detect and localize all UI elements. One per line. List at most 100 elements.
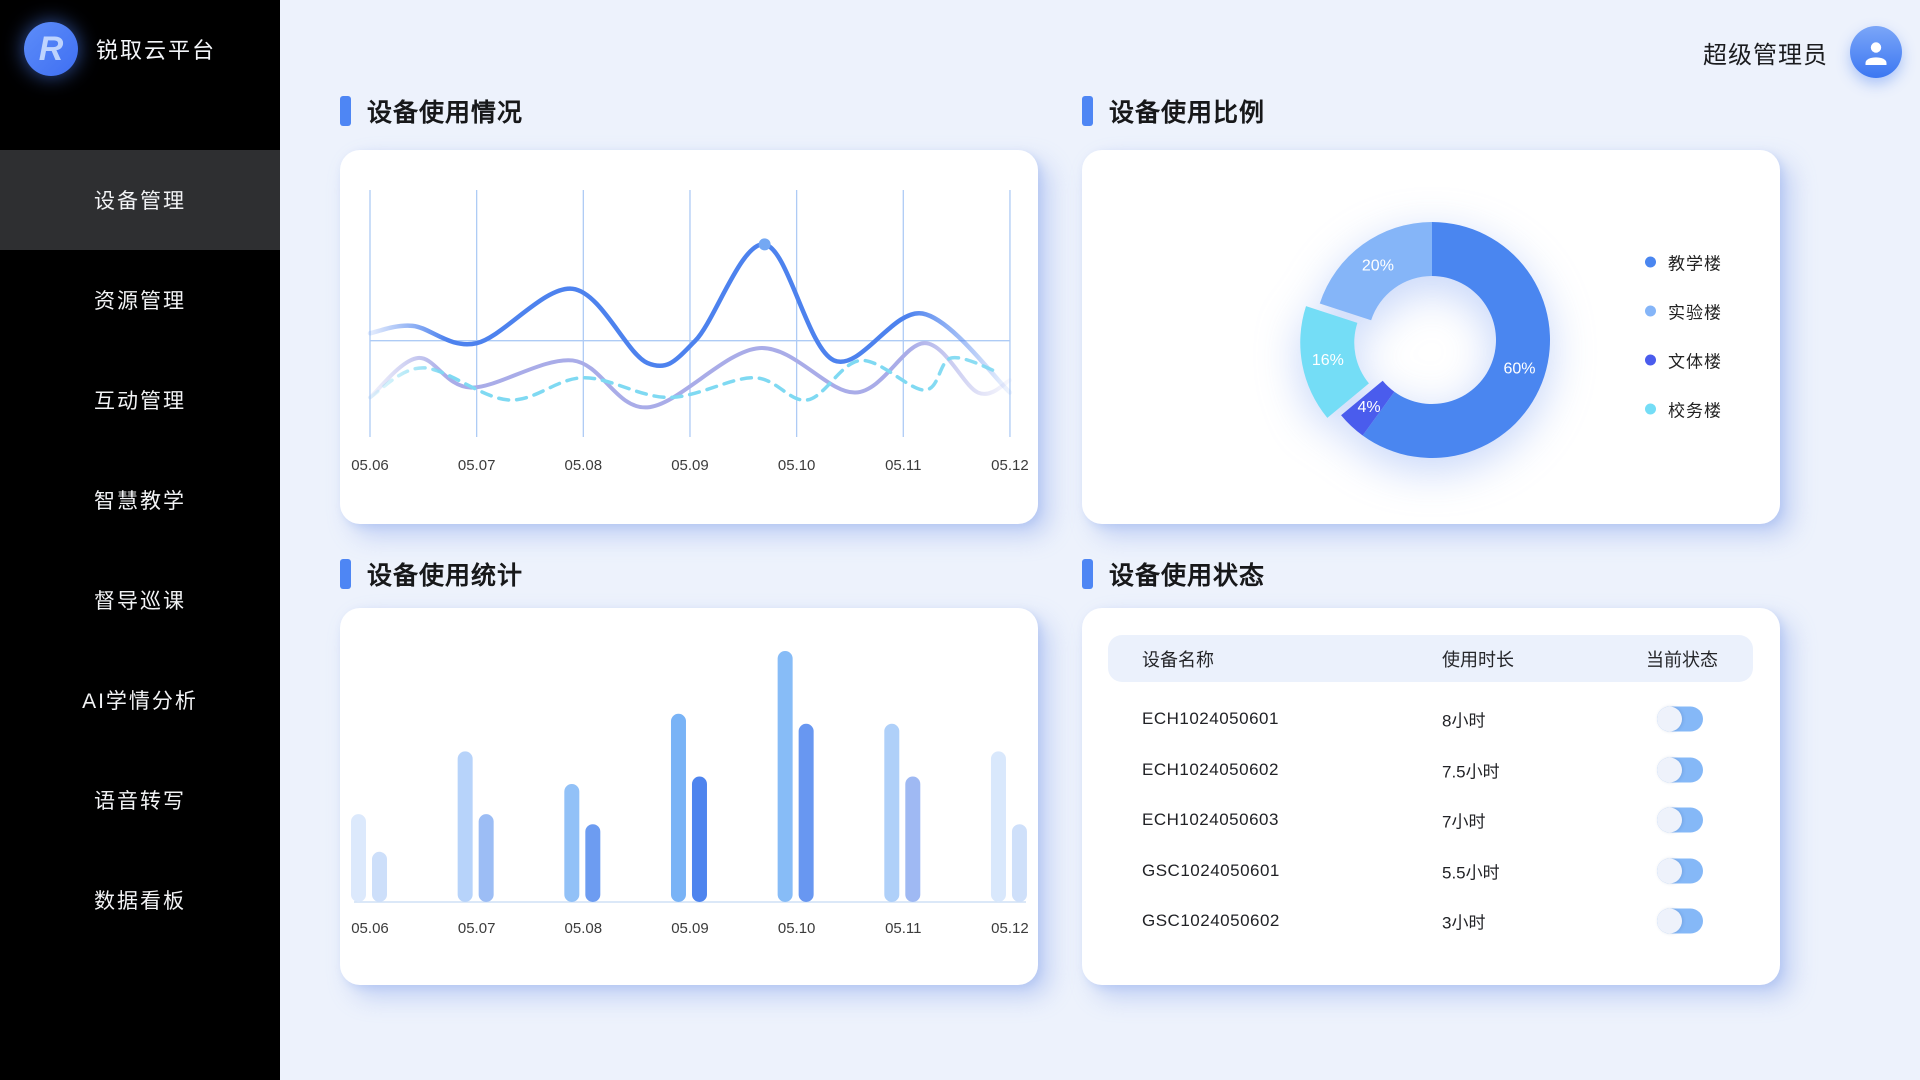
title-accent-bar bbox=[1082, 559, 1093, 589]
usage-ratio-card: 60%4%16%20% 教学楼实验楼文体楼校务楼 bbox=[1082, 150, 1780, 524]
toggle-knob bbox=[1657, 858, 1682, 883]
legend-dot-icon bbox=[1645, 257, 1656, 268]
user-avatar[interactable] bbox=[1850, 26, 1902, 78]
logo-row: R 锐取云平台 bbox=[24, 22, 216, 76]
usage-duration: 5.5小时 bbox=[1442, 858, 1500, 883]
x-tick-label: 05.09 bbox=[671, 457, 709, 474]
user-area: 超级管理员 bbox=[1703, 26, 1902, 78]
bar-chart: 05.06 05.07 05.08 05.09 05.10 05.11 05.12 bbox=[340, 608, 1038, 985]
slice-pct-label: 20% bbox=[1362, 258, 1394, 275]
x-tick-label: 05.11 bbox=[885, 920, 921, 937]
device-name: ECH1024050602 bbox=[1142, 760, 1279, 780]
legend-item-文体楼: 文体楼 bbox=[1645, 348, 1722, 373]
x-tick-label: 05.07 bbox=[458, 920, 496, 937]
series-cyan bbox=[370, 358, 999, 401]
toggle-knob bbox=[1657, 909, 1682, 934]
x-tick-label: 05.07 bbox=[458, 457, 496, 474]
usage-trend-card: 05.0605.0705.0805.0905.1005.1105.12 bbox=[340, 150, 1038, 524]
x-tick-label: 05.09 bbox=[671, 920, 709, 937]
sidebar: R 锐取云平台 设备管理资源管理互动管理智慧教学督导巡课AI学情分析语音转写数据… bbox=[0, 0, 280, 1080]
x-tick-label: 05.10 bbox=[778, 457, 816, 474]
table-row-3: GSC1024050601 5.5小时 bbox=[1108, 846, 1753, 897]
x-tick-label: 05.12 bbox=[991, 920, 1029, 937]
bar-05.06-1 bbox=[351, 814, 366, 902]
table-header-duration: 使用时长 bbox=[1442, 646, 1514, 672]
table-body: ECH10240506018小时ECH10240506027.5小时ECH102… bbox=[1108, 694, 1753, 947]
legend-dot-icon bbox=[1645, 404, 1656, 415]
x-tick-label: 05.08 bbox=[565, 457, 603, 474]
x-tick-label: 05.10 bbox=[778, 920, 816, 937]
bar-05.10-1 bbox=[778, 651, 793, 902]
person-icon bbox=[1861, 37, 1891, 67]
sidebar-item-2[interactable]: 互动管理 bbox=[0, 350, 280, 450]
x-tick-label: 05.06 bbox=[351, 920, 389, 937]
usage-status-card: 设备名称 使用时长 当前状态 ECH10240506018小时ECH102405… bbox=[1082, 608, 1780, 985]
sidebar-item-5[interactable]: AI学情分析 bbox=[0, 650, 280, 750]
status-toggle-4[interactable] bbox=[1657, 909, 1703, 934]
panel-title-usage-ratio: 设备使用比例 bbox=[1082, 93, 1265, 129]
bar-05.12-1 bbox=[991, 751, 1006, 902]
legend-label: 文体楼 bbox=[1668, 348, 1722, 373]
sidebar-item-1[interactable]: 资源管理 bbox=[0, 250, 280, 350]
legend-dot-icon bbox=[1645, 355, 1656, 366]
legend-item-实验楼: 实验楼 bbox=[1645, 299, 1722, 324]
status-toggle-1[interactable] bbox=[1657, 757, 1703, 782]
status-toggle-2[interactable] bbox=[1657, 808, 1703, 833]
bar-05.10-2 bbox=[799, 724, 814, 902]
table-row-2: ECH1024050603 7小时 bbox=[1108, 795, 1753, 846]
sidebar-item-0[interactable]: 设备管理 bbox=[0, 150, 280, 250]
table-row-0: ECH1024050601 8小时 bbox=[1108, 694, 1753, 745]
usage-duration: 7.5小时 bbox=[1442, 757, 1500, 782]
status-toggle-0[interactable] bbox=[1657, 707, 1703, 732]
bar-05.07-2 bbox=[479, 814, 494, 902]
panel-title-text: 设备使用状态 bbox=[1109, 556, 1265, 592]
peak-marker-dot bbox=[759, 238, 771, 250]
toggle-knob bbox=[1657, 808, 1682, 833]
title-accent-bar bbox=[1082, 96, 1093, 126]
legend-label: 校务楼 bbox=[1668, 397, 1722, 422]
title-accent-bar bbox=[340, 96, 351, 126]
bar-05.07-1 bbox=[458, 751, 473, 902]
slice-pct-label: 4% bbox=[1357, 399, 1380, 416]
status-toggle-3[interactable] bbox=[1657, 858, 1703, 883]
table-header-status: 当前状态 bbox=[1646, 646, 1718, 672]
toggle-knob bbox=[1657, 757, 1682, 782]
table-header: 设备名称 使用时长 当前状态 bbox=[1108, 635, 1753, 682]
device-name: ECH1024050601 bbox=[1142, 709, 1279, 729]
bar-05.08-2 bbox=[585, 824, 600, 902]
sidebar-nav: 设备管理资源管理互动管理智慧教学督导巡课AI学情分析语音转写数据看板 bbox=[0, 150, 280, 950]
slice-pct-label: 16% bbox=[1312, 352, 1344, 369]
bar-05.08-1 bbox=[564, 784, 579, 902]
table-row-4: GSC1024050602 3小时 bbox=[1108, 896, 1753, 947]
table-header-device-name: 设备名称 bbox=[1142, 646, 1214, 672]
panel-title-text: 设备使用比例 bbox=[1109, 93, 1265, 129]
device-name: ECH1024050603 bbox=[1142, 810, 1279, 830]
legend-label: 教学楼 bbox=[1668, 250, 1722, 275]
usage-duration: 7小时 bbox=[1442, 808, 1485, 833]
user-role-label: 超级管理员 bbox=[1703, 35, 1828, 70]
donut-chart: 60%4%16%20% bbox=[1082, 150, 1780, 524]
toggle-knob bbox=[1657, 707, 1682, 732]
app-title: 锐取云平台 bbox=[96, 33, 216, 65]
usage-duration: 8小时 bbox=[1442, 707, 1485, 732]
sidebar-item-6[interactable]: 语音转写 bbox=[0, 750, 280, 850]
sidebar-item-4[interactable]: 督导巡课 bbox=[0, 550, 280, 650]
sidebar-item-3[interactable]: 智慧教学 bbox=[0, 450, 280, 550]
x-tick-label: 05.06 bbox=[351, 457, 389, 474]
bar-05.09-2 bbox=[692, 777, 707, 903]
sidebar-item-7[interactable]: 数据看板 bbox=[0, 850, 280, 950]
x-tick-label: 05.11 bbox=[885, 457, 921, 474]
usage-duration: 3小时 bbox=[1442, 909, 1485, 934]
panel-title-usage-trend: 设备使用情况 bbox=[340, 93, 523, 129]
device-name: GSC1024050601 bbox=[1142, 861, 1280, 881]
panel-title-text: 设备使用统计 bbox=[367, 556, 523, 592]
title-accent-bar bbox=[340, 559, 351, 589]
legend-item-校务楼: 校务楼 bbox=[1645, 397, 1722, 422]
panel-title-usage-status: 设备使用状态 bbox=[1082, 556, 1265, 592]
bar-05.09-1 bbox=[671, 714, 686, 902]
x-tick-label: 05.08 bbox=[565, 920, 603, 937]
bar-05.12-2 bbox=[1012, 824, 1027, 902]
table-row-1: ECH1024050602 7.5小时 bbox=[1108, 745, 1753, 796]
legend-item-教学楼: 教学楼 bbox=[1645, 250, 1722, 275]
device-name: GSC1024050602 bbox=[1142, 911, 1280, 931]
